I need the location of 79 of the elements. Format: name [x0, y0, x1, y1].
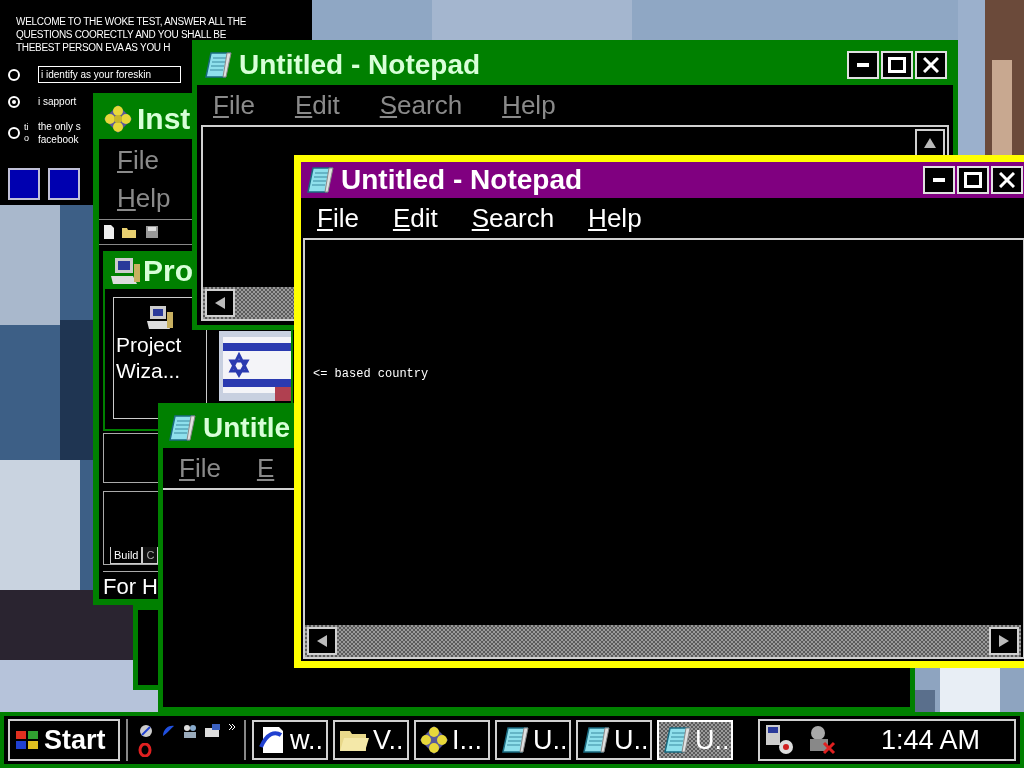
tab[interactable]: Build — [110, 547, 143, 564]
maximize-icon — [964, 172, 982, 188]
scroll-left-button[interactable] — [205, 289, 235, 317]
scroll-up-button[interactable] — [915, 129, 945, 157]
menu-item[interactable]: File — [317, 205, 359, 231]
window-title: Untitled - Notepad — [239, 51, 481, 79]
chevron-icon[interactable] — [228, 723, 236, 731]
document-text: <= based country — [313, 367, 429, 381]
new-file-icon[interactable] — [103, 224, 115, 240]
answer-button[interactable] — [48, 168, 80, 200]
menu-item[interactable]: File — [117, 143, 159, 177]
project-wizard-item[interactable]: Project Wiza... — [116, 332, 204, 384]
left-arrow-icon — [215, 297, 225, 309]
close-button[interactable] — [991, 166, 1023, 194]
menu-item[interactable]: Help — [502, 92, 556, 118]
notepad-icon — [305, 165, 335, 195]
clock: 1:44 AM — [880, 723, 981, 757]
menu-item[interactable]: Help — [588, 205, 642, 231]
maximize-button[interactable] — [881, 51, 913, 79]
window-title: Untitle — [203, 414, 291, 442]
mail-icon[interactable] — [204, 723, 222, 739]
notepad-icon — [581, 725, 611, 755]
taskbar-button[interactable]: I... — [414, 720, 490, 760]
radio-button[interactable] — [8, 95, 20, 108]
menu-item[interactable]: Search — [379, 92, 463, 118]
quiz-heading: THEBEST PERSON EVA AS YOU H — [16, 41, 172, 54]
folder-icon[interactable] — [121, 225, 139, 239]
computer-icon — [109, 256, 141, 286]
taskbar-button[interactable]: V.. — [333, 720, 409, 760]
close-button[interactable] — [915, 51, 947, 79]
quiz-heading: WELCOME TO THE WOKE TEST, ANSWER ALL THE — [16, 15, 248, 28]
option-label: the only s — [38, 120, 81, 133]
minimize-button[interactable] — [847, 51, 879, 79]
option-label: i sapport — [38, 95, 77, 108]
quiz-heading: QUESTIONS COORECTLY AND YOU SHALL BE — [16, 28, 227, 41]
scroll-right-button[interactable] — [989, 627, 1019, 655]
minimize-icon — [933, 178, 945, 182]
answer-field[interactable]: i identify as your foreskin — [38, 66, 181, 83]
browser-icon[interactable] — [138, 723, 154, 739]
ring-icon[interactable] — [138, 743, 152, 757]
taskbar-button[interactable]: U.. — [495, 720, 571, 760]
taskbar-button[interactable]: w.. — [252, 720, 328, 760]
right-arrow-icon — [999, 635, 1009, 647]
menu-item[interactable]: File — [179, 455, 221, 481]
radio-button[interactable] — [8, 127, 20, 139]
people-icon[interactable] — [182, 723, 198, 739]
minimize-button[interactable] — [923, 166, 955, 194]
answer-button[interactable] — [8, 168, 40, 200]
menu-item[interactable]: Help — [117, 181, 171, 215]
tab[interactable]: C — [142, 547, 159, 564]
taskbar-button[interactable]: U.. — [576, 720, 652, 760]
diamond-cluster-icon — [103, 104, 133, 134]
menu-item[interactable]: E — [256, 455, 275, 481]
scroll-left-button[interactable] — [307, 627, 337, 655]
maximize-button[interactable] — [957, 166, 989, 194]
radio-button[interactable] — [8, 68, 20, 81]
notepad-icon — [662, 725, 692, 755]
menu-item[interactable]: Search — [471, 205, 555, 231]
option-label: facebook — [38, 133, 80, 146]
close-icon — [999, 172, 1015, 188]
minimize-icon — [857, 63, 869, 67]
menu-item[interactable]: Edit — [294, 92, 340, 118]
menu-item[interactable]: Edit — [392, 205, 438, 231]
notepad-icon — [203, 50, 233, 80]
diamond-cluster-icon — [419, 725, 449, 755]
notepad-icon — [167, 413, 197, 443]
option-marker: o — [24, 133, 30, 144]
close-icon — [923, 57, 939, 73]
up-arrow-icon — [924, 138, 936, 148]
window-title: Inst — [137, 104, 191, 134]
menu-item[interactable]: File — [213, 92, 255, 118]
window-title: Untitled - Notepad — [341, 166, 583, 194]
maximize-icon — [888, 57, 906, 73]
windows-logo-icon — [14, 729, 40, 751]
left-arrow-icon — [317, 635, 327, 647]
start-button[interactable]: Start — [8, 719, 120, 761]
option-marker: ti — [24, 122, 30, 133]
window-title: Pro — [143, 256, 193, 286]
notepad-icon — [500, 725, 530, 755]
